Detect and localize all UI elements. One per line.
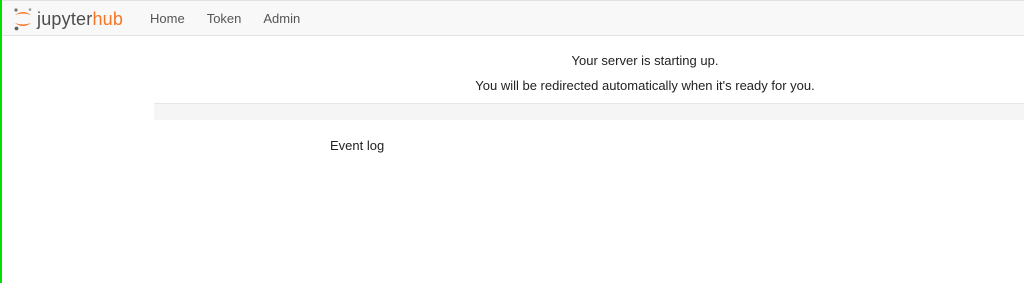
window-edge-indicator bbox=[0, 0, 2, 283]
nav-link-home[interactable]: Home bbox=[139, 1, 196, 37]
brand-name: jupyterhub bbox=[37, 10, 123, 28]
jupyterhub-logo-link[interactable]: jupyterhub bbox=[12, 6, 123, 32]
spawn-progress-bar bbox=[154, 103, 1024, 120]
nav-links: Home Token Admin bbox=[139, 1, 311, 37]
brand-name-primary: jupyter bbox=[37, 9, 93, 29]
server-starting-message: Your server is starting up. bbox=[571, 53, 719, 68]
nav-link-admin[interactable]: Admin bbox=[252, 1, 311, 37]
page: jupyterhub Home Token Admin Your server … bbox=[0, 0, 1024, 283]
event-log-toggle[interactable]: Event log bbox=[330, 138, 384, 153]
top-navbar: jupyterhub Home Token Admin bbox=[2, 0, 1024, 36]
jupyter-logo-icon bbox=[12, 7, 34, 31]
redirect-message: You will be redirected automatically whe… bbox=[475, 78, 815, 93]
nav-link-token[interactable]: Token bbox=[196, 1, 253, 37]
brand-name-accent: hub bbox=[92, 9, 124, 29]
